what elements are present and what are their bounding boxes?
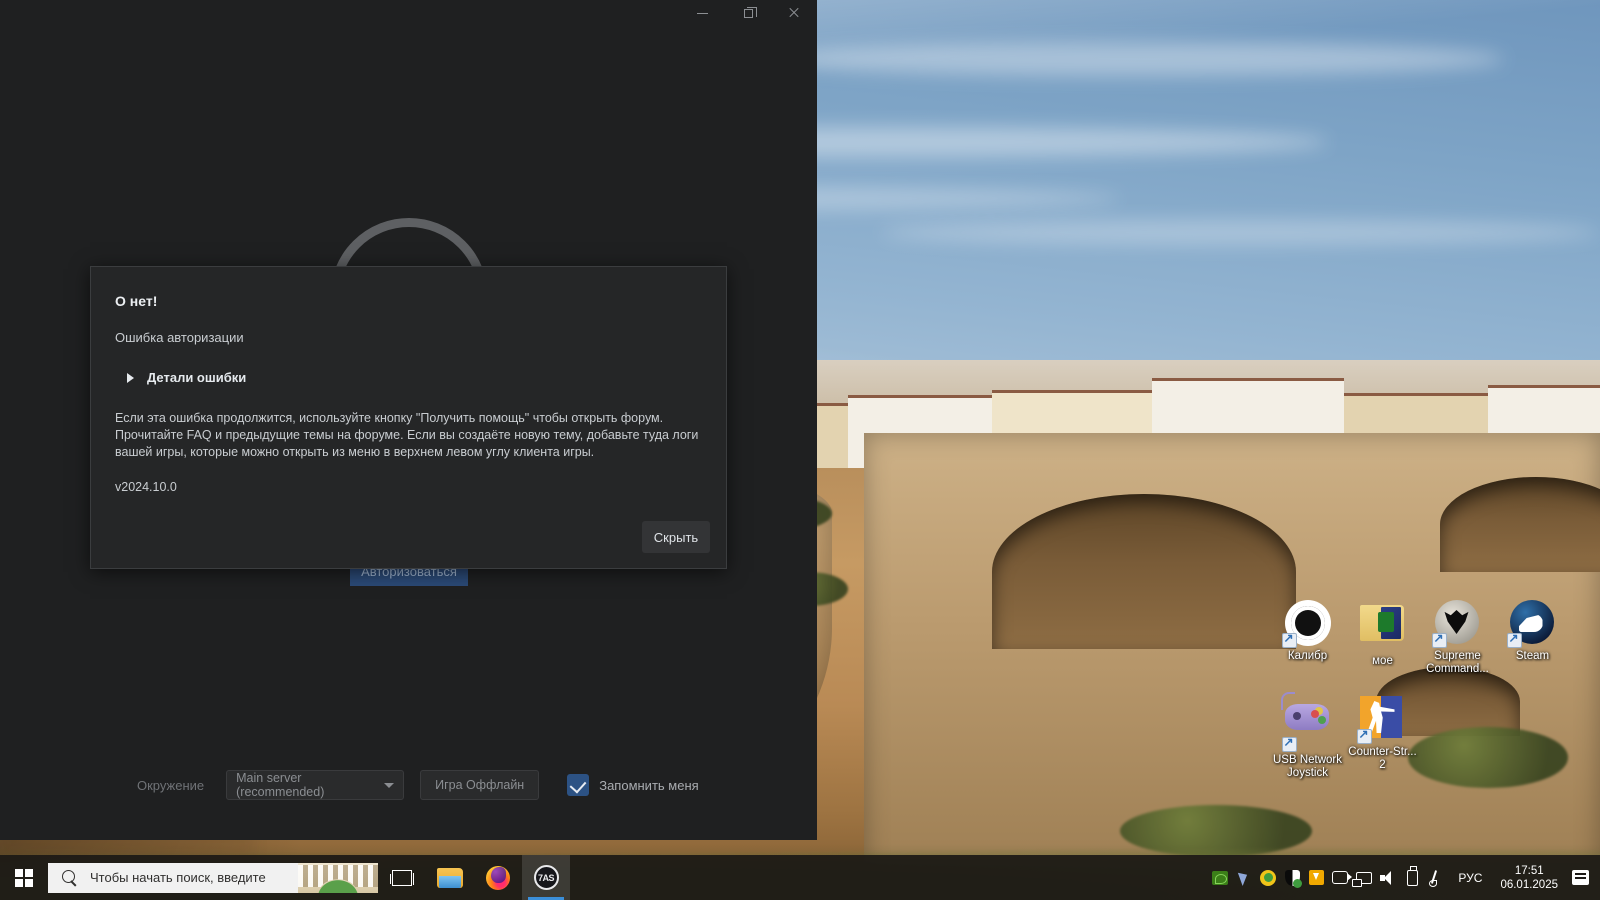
update-icon[interactable] (1256, 855, 1280, 900)
desktop-icon-label: USB Network Joystick (1272, 754, 1343, 779)
supreme-commander-icon (1431, 600, 1481, 648)
clock-date: 06.01.2025 (1500, 878, 1558, 891)
remember-me-row[interactable]: Запомнить меня (557, 774, 699, 796)
desktop-icons: Калибр мое Supreme Command... (1270, 600, 1570, 798)
file-explorer-button[interactable] (426, 855, 474, 900)
dialog-title: О нет! (115, 293, 158, 309)
hide-button[interactable]: Скрыть (642, 521, 710, 553)
folder-icon (1359, 605, 1406, 651)
close-icon (788, 7, 800, 19)
restore-button[interactable] (725, 0, 771, 26)
desktop-icon-kalibr[interactable]: Калибр (1270, 600, 1345, 676)
task-view-icon (390, 869, 414, 886)
restore-icon (743, 6, 757, 18)
remember-me-label: Запомнить меня (599, 777, 699, 793)
window-titlebar (0, 0, 817, 26)
remember-me-checkbox[interactable] (567, 774, 590, 796)
counter-strike-icon (1356, 696, 1406, 744)
desktop-icon-supreme-commander[interactable]: Supreme Command... (1420, 600, 1495, 676)
windows-logo-icon (15, 868, 33, 887)
desktop-icon-label: Калибр (1287, 650, 1328, 662)
search-icon (62, 869, 78, 886)
start-button[interactable] (0, 855, 48, 900)
minimize-icon (696, 12, 708, 14)
firefox-icon (486, 865, 510, 890)
game-client-button[interactable]: 7AS (522, 855, 570, 900)
desktop-icon-label: Supreme Command... (1426, 650, 1489, 675)
clock[interactable]: 17:51 06.01.2025 (1492, 864, 1566, 892)
triangle-right-icon (127, 372, 134, 383)
language-indicator[interactable]: РУС (1448, 871, 1492, 885)
joystick-icon (1280, 692, 1331, 752)
task-view-button[interactable] (378, 855, 426, 900)
usb-eject-icon[interactable] (1400, 855, 1424, 900)
environment-label: Окружение (137, 777, 205, 793)
desktop-icon-usb-network-joystick[interactable]: USB Network Joystick (1270, 692, 1345, 780)
cursor-icon[interactable] (1232, 855, 1256, 900)
search-placeholder: Чтобы начать поиск, введите (90, 870, 266, 885)
play-offline-label: Игра Оффлайн (435, 778, 525, 792)
error-details-toggle[interactable]: Детали ошибки (127, 370, 246, 385)
taskbar-search-box[interactable]: Чтобы начать поиск, введите (48, 862, 378, 893)
desktop-icon-label: мое (1372, 655, 1393, 667)
volume-icon[interactable] (1376, 855, 1400, 900)
nvidia-icon[interactable] (1208, 855, 1232, 900)
desktop-icon-label: Counter-Str... 2 (1348, 746, 1417, 771)
chevron-down-icon (384, 782, 395, 788)
system-tray: РУС 17:51 06.01.2025 (1208, 855, 1600, 900)
minimize-button[interactable] (679, 0, 725, 26)
game-launcher-window: Авторизоваться Окружение Main server (re… (0, 0, 817, 840)
dialog-body-text: Если эта ошибка продолжится, используйте… (115, 411, 699, 459)
firefox-button[interactable] (474, 855, 522, 900)
server-select[interactable]: Main server (recommended) (226, 770, 405, 800)
close-button[interactable] (771, 0, 817, 26)
search-illustration (298, 862, 378, 893)
dialog-version: v2024.10.0 (115, 480, 177, 494)
desktop-icon-steam[interactable]: Steam (1495, 600, 1570, 676)
download-icon[interactable] (1304, 855, 1328, 900)
dialog-subtitle: Ошибка авторизации (115, 330, 244, 345)
game-client-icon: 7AS (533, 865, 559, 890)
display-icon[interactable] (1352, 855, 1376, 900)
notification-center-button[interactable] (1566, 855, 1594, 900)
screen-recorder-icon[interactable] (1328, 855, 1353, 900)
error-dialog: О нет! Ошибка авторизации Детали ошибки … (90, 266, 727, 569)
pen-icon[interactable] (1424, 855, 1448, 900)
file-explorer-icon (437, 867, 463, 888)
taskbar: Чтобы начать поиск, введите 7AS РУС 17:5… (0, 855, 1600, 900)
error-details-label: Детали ошибки (147, 370, 247, 385)
launcher-bottom-bar: Окружение Main server (recommended) Игра… (0, 762, 817, 808)
steam-icon (1506, 600, 1556, 648)
desktop-icon-moe[interactable]: мое (1345, 600, 1420, 676)
security-shield-icon[interactable] (1280, 855, 1304, 900)
notification-icon (1571, 870, 1589, 885)
play-offline-button[interactable]: Игра Оффлайн (420, 770, 540, 800)
desktop-icon-counter-strike-2[interactable]: Counter-Str... 2 (1345, 694, 1420, 780)
server-select-value: Main server (recommended) (236, 771, 325, 799)
clock-time: 17:51 (1514, 864, 1544, 877)
kalibr-shutter-icon (1281, 600, 1331, 648)
screen: Калибр мое Supreme Command... (0, 0, 1600, 900)
desktop-icon-label: Steam (1515, 650, 1550, 662)
